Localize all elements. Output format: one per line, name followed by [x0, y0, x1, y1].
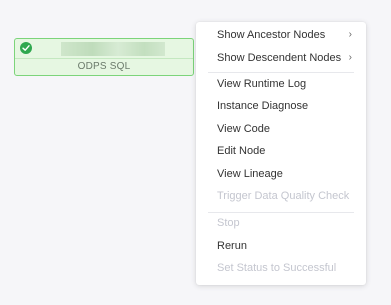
node-type-label: ODPS SQL: [77, 61, 131, 72]
chevron-right-icon: ›: [348, 52, 352, 63]
menu-item-label: Trigger Data Quality Check: [217, 190, 350, 202]
node-header: [15, 39, 193, 59]
menu-item-instance-diagnose[interactable]: Instance Diagnose: [196, 95, 366, 117]
menu-item-label: View Lineage: [217, 168, 283, 180]
node-name-redacted: [61, 42, 165, 56]
menu-item-label: Edit Node: [217, 145, 266, 157]
menu-item-view-runtime-log[interactable]: View Runtime Log: [196, 73, 366, 95]
menu-item-label: View Runtime Log: [217, 78, 307, 90]
menu-item-trigger-data-quality-check: Trigger Data Quality Check: [196, 185, 366, 207]
workflow-node[interactable]: ODPS SQL: [14, 38, 194, 76]
menu-item-show-descendent-nodes[interactable]: Show Descendent Nodes ›: [196, 47, 366, 69]
menu-item-label: Rerun: [217, 240, 247, 252]
menu-item-view-lineage[interactable]: View Lineage: [196, 163, 366, 185]
check-circle-icon: [20, 42, 32, 54]
menu-item-label: Stop: [217, 217, 240, 229]
menu-item-show-ancestor-nodes[interactable]: Show Ancestor Nodes ›: [196, 24, 366, 46]
node-divider: [15, 58, 193, 59]
menu-item-stop: Stop: [196, 212, 366, 234]
menu-item-label: Instance Diagnose: [217, 100, 309, 112]
menu-item-edit-node[interactable]: Edit Node: [196, 140, 366, 162]
menu-item-label: Set Status to Successful: [217, 262, 337, 274]
menu-item-rerun[interactable]: Rerun: [196, 235, 366, 257]
menu-item-label: Show Ancestor Nodes: [217, 29, 326, 41]
chevron-right-icon: ›: [348, 29, 352, 40]
menu-item-label: Show Descendent Nodes: [217, 52, 342, 64]
context-menu: Show Ancestor Nodes › Show Descendent No…: [196, 22, 366, 285]
menu-item-label: View Code: [217, 123, 270, 135]
menu-item-set-status-to-successful: Set Status to Successful: [196, 257, 366, 279]
menu-item-view-code[interactable]: View Code: [196, 118, 366, 140]
